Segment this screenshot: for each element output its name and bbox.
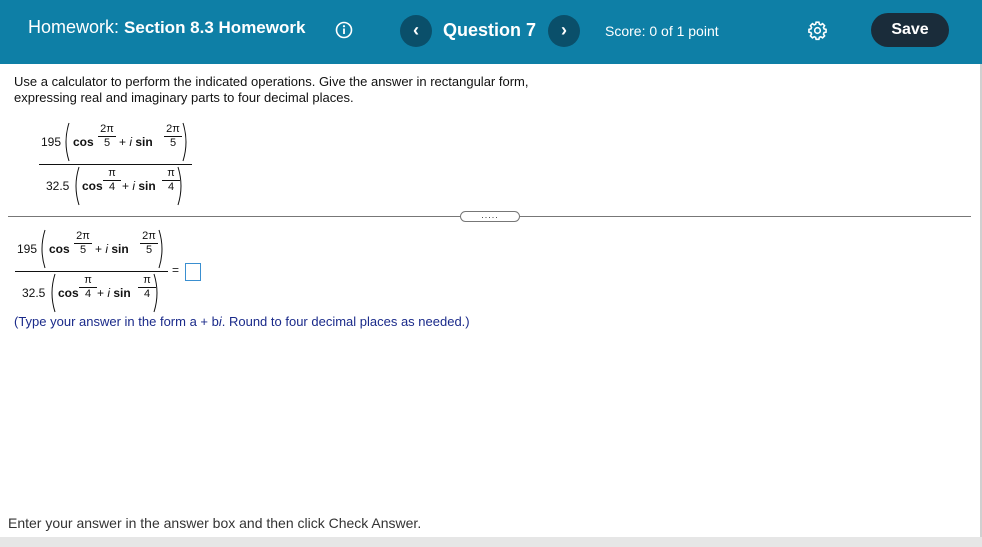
answer-fraction-bar xyxy=(15,271,168,272)
right-paren xyxy=(158,229,163,269)
numerator-sin-fraction: 2π 5 xyxy=(164,123,182,150)
footer-instructions: Enter your answer in the answer box and … xyxy=(8,515,422,531)
instructions-text: Use a calculator to perform the indicate… xyxy=(14,74,529,105)
left-paren xyxy=(41,229,46,269)
right-paren xyxy=(177,166,182,206)
numerator-coef: 195 xyxy=(41,135,62,149)
denominator-cos-fraction: π4 xyxy=(103,167,121,194)
previous-question-button[interactable]: ‹ xyxy=(400,15,432,47)
homework-prefix: Homework: xyxy=(28,17,120,37)
denominator-plus: + i sin xyxy=(97,286,131,300)
numerator-coef: 195 xyxy=(17,242,38,256)
bottom-strip xyxy=(0,537,982,547)
equals-sign: = xyxy=(172,263,180,277)
score-text: Score: 0 of 1 point xyxy=(605,23,719,39)
denominator-cos-label: cos xyxy=(82,179,103,193)
denominator-coef: 32.5 xyxy=(22,286,46,300)
answer-hint: (Type your answer in the form a + bi. Ro… xyxy=(14,314,470,329)
left-paren xyxy=(51,273,56,313)
homework-name: Section 8.3 Homework xyxy=(124,18,306,37)
info-icon[interactable] xyxy=(335,21,353,39)
question-label: Question 7 xyxy=(443,20,537,40)
numerator-sin-fraction: 2π 5 xyxy=(140,230,158,257)
homework-title: Homework: Section 8.3 Homework xyxy=(28,17,305,38)
gear-icon[interactable] xyxy=(807,20,828,41)
header-bar: Homework: Section 8.3 Homework ‹ Questio… xyxy=(0,0,982,64)
numerator-cos-label: cos xyxy=(73,135,94,149)
next-question-button[interactable]: › xyxy=(548,15,580,47)
numerator-plus: + i sin xyxy=(95,242,129,256)
numerator-cos-fraction: 2π 5 xyxy=(74,230,92,257)
right-paren xyxy=(182,122,187,162)
numerator-cos-label: cos xyxy=(49,242,70,256)
left-paren xyxy=(65,122,70,162)
main-fraction-bar xyxy=(39,164,192,165)
expand-button[interactable]: ..... xyxy=(460,211,520,222)
denominator-coef: 32.5 xyxy=(46,179,70,193)
denominator-plus: + i sin xyxy=(122,179,156,193)
right-paren xyxy=(153,273,158,313)
answer-input[interactable] xyxy=(185,263,201,281)
numerator-cos-fraction: 2π 5 xyxy=(98,123,116,150)
denominator-cos-label: cos xyxy=(58,286,79,300)
denominator-cos-fraction: π4 xyxy=(79,274,97,301)
left-paren xyxy=(75,166,80,206)
numerator-plus: + i sin xyxy=(119,135,153,149)
save-button[interactable]: Save xyxy=(871,13,949,47)
